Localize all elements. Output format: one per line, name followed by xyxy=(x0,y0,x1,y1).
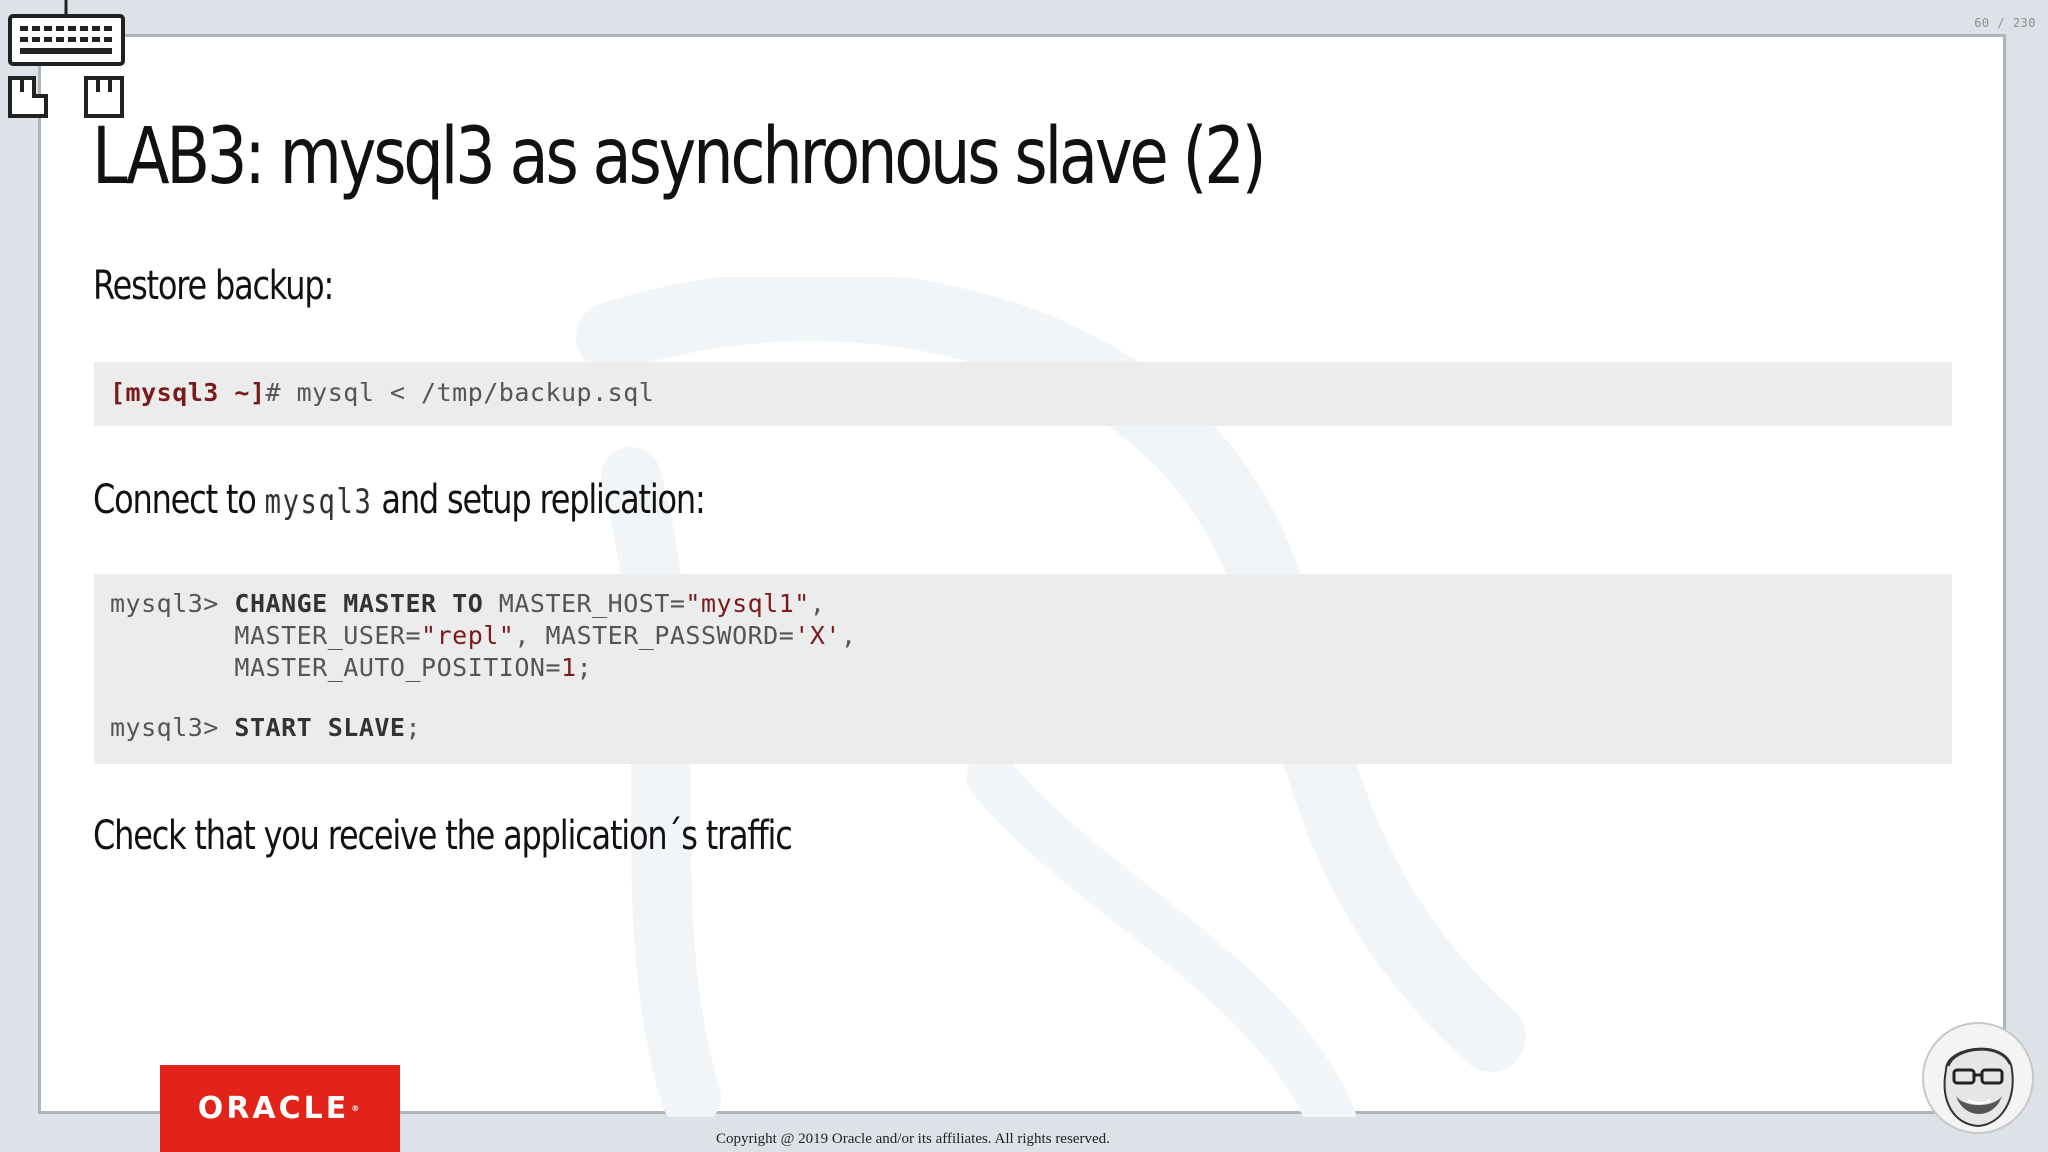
code-line-2: MASTER_USER="repl", MASTER_PASSWORD='X', xyxy=(110,620,1936,652)
oracle-logo-text: ORACLE xyxy=(197,1091,350,1126)
slide-counter: 60 / 230 xyxy=(1974,16,2036,30)
value-master-user: "repl" xyxy=(421,621,515,650)
param-master-user: MASTER_USER= xyxy=(234,621,422,650)
comma: , xyxy=(840,621,857,650)
mysql-prompt: mysql3> xyxy=(110,713,235,742)
connect-heading-code: mysql3 xyxy=(264,482,373,522)
restore-command: mysql < /tmp/backup.sql xyxy=(281,378,655,407)
shell-prompt-host: [mysql3 ~] xyxy=(110,378,266,407)
connect-heading: Connect to mysql3 and setup replication: xyxy=(93,477,706,523)
check-traffic-heading: Check that you receive the application´s… xyxy=(93,813,793,859)
value-master-host: "mysql1" xyxy=(685,589,810,618)
replication-code-block: mysql3> CHANGE MASTER TO MASTER_HOST="my… xyxy=(94,574,1952,764)
restore-code-block: [mysql3 ~]# mysql < /tmp/backup.sql xyxy=(94,362,1952,426)
value-master-auto-position: 1 xyxy=(561,653,577,682)
slide-title: LAB3: mysql3 as asynchronous slave (2) xyxy=(92,112,1267,202)
param-master-password: , MASTER_PASSWORD= xyxy=(514,621,795,650)
value-master-password: 'X' xyxy=(794,621,841,650)
code-line-4: mysql3> START SLAVE; xyxy=(110,712,1936,744)
semicolon: ; xyxy=(576,653,593,682)
oracle-logo: ORACLE ® xyxy=(160,1065,400,1152)
presenter-avatar xyxy=(1922,1022,2034,1134)
param-master-auto-position: MASTER_AUTO_POSITION= xyxy=(234,653,561,682)
shell-prompt-symbol: # xyxy=(265,378,282,407)
restore-backup-heading: Restore backup: xyxy=(93,263,334,309)
keyword-change-master-to: CHANGE MASTER TO xyxy=(234,589,484,618)
keyword-start-slave: START SLAVE xyxy=(234,713,406,742)
param-master-host: MASTER_HOST= xyxy=(483,589,686,618)
copyright-text: Copyright @ 2019 Oracle and/or its affil… xyxy=(716,1131,1110,1147)
presenter-face-icon xyxy=(1943,1047,2014,1128)
connect-heading-after: and setup replication: xyxy=(372,477,705,523)
comma: , xyxy=(809,589,826,618)
code-line-1: mysql3> CHANGE MASTER TO MASTER_HOST="my… xyxy=(110,588,1936,620)
mysql-prompt: mysql3> xyxy=(110,589,235,618)
registered-mark: ® xyxy=(351,1104,363,1113)
semicolon: ; xyxy=(405,713,422,742)
connect-heading-before: Connect to xyxy=(93,477,265,523)
code-line-3: MASTER_AUTO_POSITION=1; xyxy=(110,652,1936,684)
keyboard-icon[interactable] xyxy=(0,0,130,120)
